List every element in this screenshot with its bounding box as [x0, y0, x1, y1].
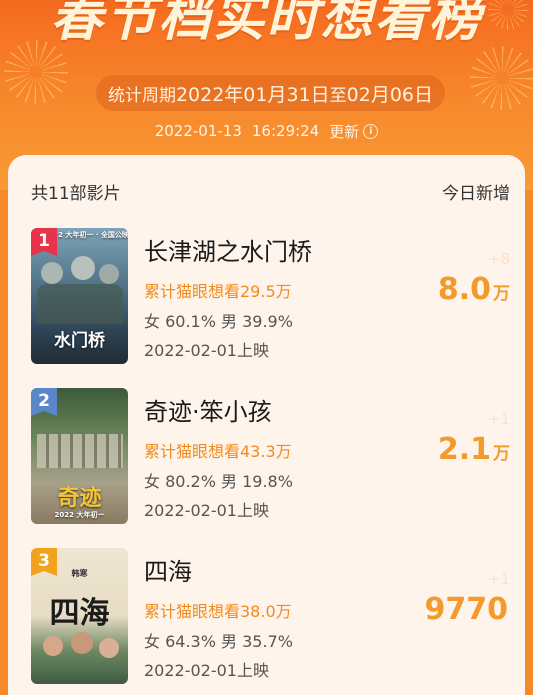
list-header: 共11部影片 今日新增 — [8, 179, 525, 204]
update-label: 更新 — [329, 122, 360, 141]
want-count: 累计猫眼想看38.0万 — [144, 602, 292, 621]
firework-decoration — [470, 46, 533, 110]
movie-title[interactable]: 长津湖之水门桥 — [144, 232, 312, 267]
want-count: 累计猫眼想看29.5万 — [144, 282, 292, 301]
today-new-value: 2.1 — [437, 432, 491, 467]
poster-tagline: 2 大年初一 · 全国公映 — [58, 231, 128, 239]
today-new-label: 今日新增 — [442, 184, 510, 204]
today-new-unit: 万 — [493, 444, 510, 464]
movie-poster[interactable]: 2 奇迹 2022 大年初一 — [31, 388, 128, 524]
rank-change: +1 — [487, 410, 510, 428]
poster-title: 四海 — [49, 596, 110, 631]
rank-badge: 2 — [31, 388, 57, 416]
page-title: 春节档实时想看榜 — [50, 0, 483, 48]
update-date: 2022-01-13 — [154, 122, 242, 140]
want-count: 累计猫眼想看43.3万 — [144, 442, 292, 461]
today-new-count: 2.1 万 — [438, 432, 510, 467]
movie-title[interactable]: 奇迹·笨小孩 — [144, 392, 272, 427]
movie-item[interactable]: 2 奇迹 2022 大年初一 奇迹·笨小孩 累计猫眼想看43.3万 女 80.2… — [8, 388, 525, 528]
period-start: 2022年01月31日 — [175, 83, 330, 106]
movie-poster[interactable]: 3 韩寒 四海 — [31, 548, 128, 684]
ranking-panel: 共11部影片 今日新增 1 2 大年初一 · 全国公映 水门桥 长津湖之水门桥 … — [8, 155, 525, 695]
today-new-count: 9770 — [425, 592, 511, 627]
release-date: 2022-02-01上映 — [144, 341, 269, 360]
update-time: 16:29:24 — [251, 122, 320, 140]
rank-change: +8 — [487, 250, 510, 268]
movie-poster[interactable]: 1 2 大年初一 · 全国公映 水门桥 — [31, 228, 128, 364]
period-prefix: 统计周期 — [107, 85, 176, 106]
today-new-unit: 万 — [493, 284, 510, 304]
release-date: 2022-02-01上映 — [144, 501, 269, 520]
release-date: 2022-02-01上映 — [144, 661, 269, 680]
poster-title: 水门桥 — [54, 331, 105, 351]
movie-item[interactable]: 1 2 大年初一 · 全国公映 水门桥 长津湖之水门桥 累计猫眼想看29.5万 … — [8, 228, 525, 368]
info-icon[interactable]: i — [363, 123, 379, 139]
period-to: 至 — [329, 85, 347, 106]
period-end: 02月06日 — [346, 83, 434, 106]
poster-title: 奇迹 — [57, 486, 102, 511]
poster-tagline: 2022 大年初一 — [54, 511, 105, 519]
rank-change: +1 — [487, 570, 510, 588]
movie-item[interactable]: 3 韩寒 四海 四海 累计猫眼想看38.0万 女 64.3% 男 35.7% 2… — [8, 548, 525, 688]
poster-tagline: 韩寒 — [71, 569, 88, 578]
today-new-value: 8.0 — [437, 272, 491, 307]
gender-ratio: 女 64.3% 男 35.7% — [144, 632, 293, 651]
gender-ratio: 女 60.1% 男 39.9% — [144, 312, 293, 331]
stat-period: 统计周期 2022年01月31日 至 02月06日 — [96, 75, 445, 111]
today-new-count: 8.0 万 — [438, 272, 510, 307]
movie-count: 共11部影片 — [31, 184, 121, 204]
movie-title[interactable]: 四海 — [144, 552, 192, 587]
gender-ratio: 女 80.2% 男 19.8% — [144, 472, 293, 491]
today-new-value: 9770 — [424, 592, 509, 627]
update-info[interactable]: 2022-01-13 16:29:24 更新 i — [0, 120, 533, 142]
